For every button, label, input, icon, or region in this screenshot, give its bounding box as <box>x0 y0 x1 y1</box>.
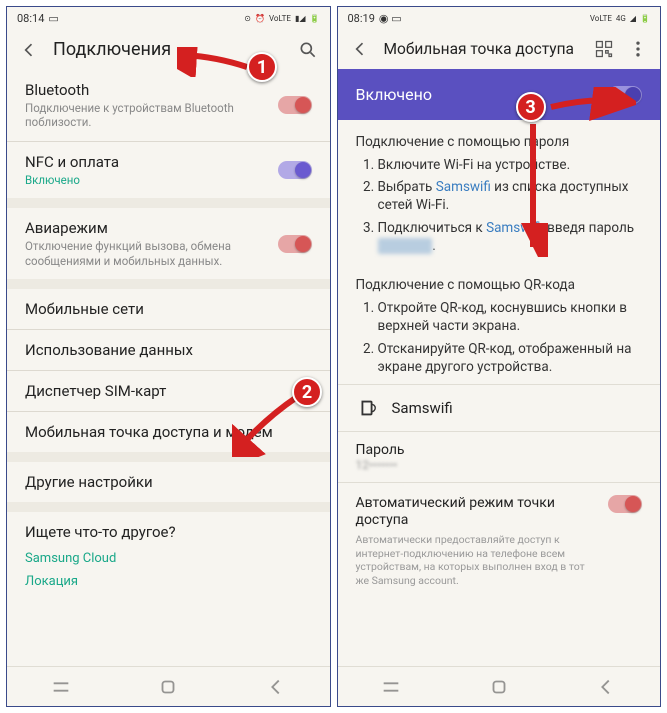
hotspot-icon <box>356 397 378 419</box>
item-other-settings[interactable]: Другие настройки <box>7 462 330 502</box>
help-title: Ищете что-то другое? <box>25 523 312 541</box>
help-section: Ищете что-то другое? Samsung Cloud Локац… <box>7 512 330 600</box>
step-3: Подключиться к Samswifi, введя пароль xx… <box>378 219 643 255</box>
password-label: Пароль <box>356 442 643 458</box>
nfc-toggle[interactable] <box>278 161 312 179</box>
status-time: 08:14 <box>17 12 44 25</box>
divider <box>7 198 330 208</box>
item-title: NFC и оплата <box>25 153 119 171</box>
more-icon[interactable] <box>628 39 648 59</box>
status-icons: VoLTE4G◢🔋 <box>590 14 650 23</box>
nav-home-icon[interactable] <box>157 676 179 698</box>
annotation-arrow-3a <box>546 87 636 127</box>
annotation-marker-3: 3 <box>516 92 546 122</box>
nav-home-icon[interactable] <box>488 676 510 698</box>
auto-hotspot-row[interactable]: Автоматический режим точки доступа Автом… <box>338 482 661 596</box>
qr-step-2: Отсканируйте QR-код, отображенный на экр… <box>378 340 643 376</box>
item-title: Авиарежим <box>25 219 268 237</box>
item-sub: Отключение функций вызова, обмена сообще… <box>25 239 268 268</box>
section-head: Подключение с помощью QR-кода <box>356 277 643 293</box>
auto-title: Автоматический режим точки доступа <box>356 495 599 530</box>
back-icon[interactable] <box>350 39 370 59</box>
annotation-marker-2: 2 <box>292 377 322 407</box>
status-bar: 08:19 ◉ ▭ VoLTE4G◢🔋 <box>338 7 661 29</box>
nav-recents-icon[interactable] <box>50 676 72 698</box>
screen-connections: 08:14 ▭ ⊙⏰VoLTE▮◢🔋 Подключения Bluetooth… <box>6 6 331 707</box>
auto-sub: Автоматически предоставляйте доступ к ин… <box>356 533 599 588</box>
ssid-row[interactable]: Samswifi <box>338 384 661 431</box>
auto-hotspot-toggle[interactable] <box>608 495 642 513</box>
nav-back-icon[interactable] <box>265 676 287 698</box>
bluetooth-toggle[interactable] <box>278 96 312 114</box>
back-icon[interactable] <box>19 40 39 60</box>
annotation-arrow-2 <box>232 392 302 457</box>
notification-icon: ▭ <box>48 12 58 25</box>
page-title: Мобильная точка доступа <box>384 40 581 58</box>
instructions-qr: Подключение с помощью QR-кода Откройте Q… <box>338 263 661 384</box>
item-data-usage[interactable]: Использование данных <box>7 330 330 371</box>
link-samsung-cloud[interactable]: Samsung Cloud <box>25 551 312 566</box>
header: Мобильная точка доступа <box>338 29 661 69</box>
item-sub: Включено <box>25 173 119 187</box>
annotation-marker-1: 1 <box>247 52 277 82</box>
section-head: Подключение с помощью пароля <box>356 134 643 150</box>
item-airplane[interactable]: Авиарежим Отключение функций вызова, обм… <box>7 208 330 279</box>
annotation-arrow-3b <box>518 122 548 257</box>
status-icons: ⊙⏰VoLTE▮◢🔋 <box>244 14 319 23</box>
nav-back-icon[interactable] <box>595 676 617 698</box>
nav-bar <box>7 666 330 706</box>
qr-step-1: Откройте QR-код, коснувшись кнопки в вер… <box>378 299 643 335</box>
status-time: 08:19 <box>348 12 375 25</box>
divider <box>7 279 330 289</box>
step-1: Включите Wi-Fi на устройстве. <box>378 156 643 174</box>
qr-icon[interactable] <box>594 39 614 59</box>
item-bluetooth[interactable]: Bluetooth Подключение к устройствам Blue… <box>7 70 330 142</box>
item-nfc[interactable]: NFC и оплата Включено <box>7 142 330 198</box>
screen-hotspot: 08:19 ◉ ▭ VoLTE4G◢🔋 Мобильная точка дост… <box>337 6 662 707</box>
password-row[interactable]: Пароль 12••••••• <box>338 431 661 482</box>
item-title: Bluetooth <box>25 81 268 99</box>
item-mobile-networks[interactable]: Мобильные сети <box>7 289 330 330</box>
divider <box>7 502 330 512</box>
status-bar: 08:14 ▭ ⊙⏰VoLTE▮◢🔋 <box>7 7 330 29</box>
link-location[interactable]: Локация <box>25 574 312 589</box>
search-icon[interactable] <box>298 40 318 60</box>
ssid-link[interactable]: Samswifi <box>436 179 491 195</box>
item-sub: Подключение к устройствам Bluetooth побл… <box>25 101 268 130</box>
instructions-password: Подключение с помощью пароля Включите Wi… <box>338 120 661 263</box>
airplane-toggle[interactable] <box>278 235 312 253</box>
header: Подключения <box>7 29 330 70</box>
password-value: 12••••••• <box>356 458 643 472</box>
ssid-value: Samswifi <box>392 399 453 417</box>
nav-bar <box>338 666 661 706</box>
nav-recents-icon[interactable] <box>380 676 402 698</box>
step-2: Выбрать Samswifi из списка доступных сет… <box>378 178 643 214</box>
notification-icon: ◉ ▭ <box>379 12 402 25</box>
banner-label: Включено <box>356 85 432 104</box>
annotation-arrow-1 <box>177 47 252 77</box>
password-masked: xxxx <box>378 238 433 254</box>
